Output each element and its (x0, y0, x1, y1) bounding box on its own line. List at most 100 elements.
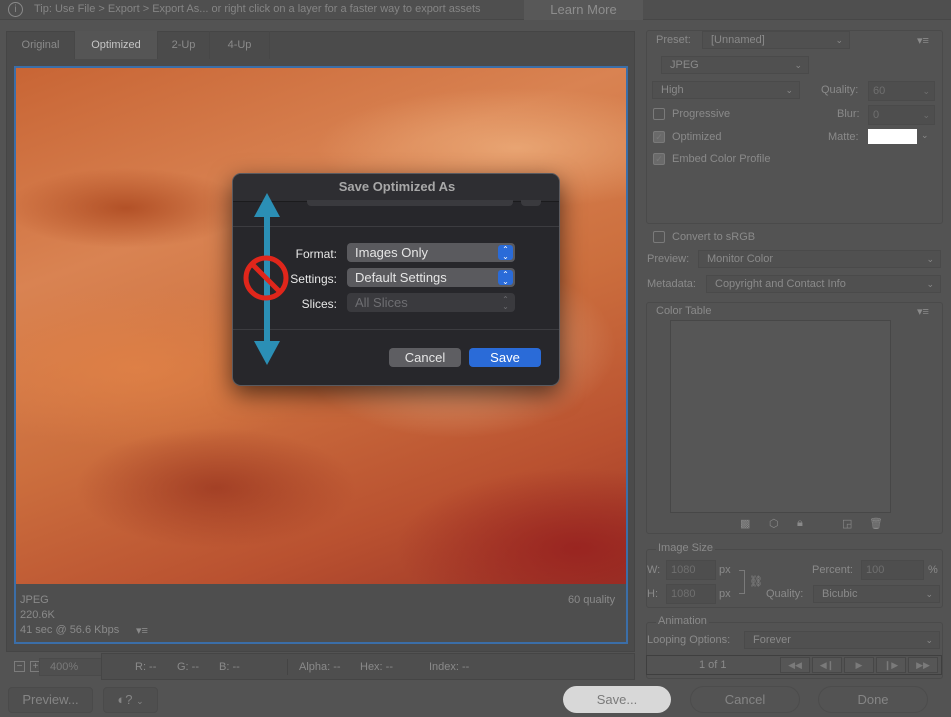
last-frame-button[interactable]: ▶▶ (908, 657, 938, 673)
format-popup[interactable]: Images Only ⌃ ⌄ (347, 243, 515, 262)
file-format-select[interactable]: JPEG ⌄ (661, 56, 809, 74)
convert-srgb-label: Convert to sRGB (672, 231, 756, 243)
compression-value: High (661, 84, 684, 96)
blur-field[interactable]: 0 ⌄ (868, 105, 935, 125)
save-button[interactable]: Save... (563, 686, 671, 713)
pixel-readout: R: -- G: -- B: -- Alpha: -- Hex: -- Inde… (101, 653, 635, 680)
chevron-down-icon: ⌄ (926, 254, 934, 264)
settings-popup[interactable]: Default Settings ⌃ ⌄ (347, 268, 515, 287)
slices-value: All Slices (355, 295, 408, 310)
height-label: H: (647, 588, 658, 600)
tab-4-up[interactable]: 4-Up (210, 31, 270, 59)
previous-frame-button[interactable]: ◀❙ (812, 657, 842, 673)
resample-quality-value: Bicubic (822, 588, 858, 600)
download-menu-icon[interactable]: ▾≡ (136, 624, 148, 637)
readout-index: Index: -- (429, 661, 470, 673)
percent-field[interactable]: 100 (861, 560, 924, 580)
chevron-down-icon: ⌄ (136, 696, 144, 706)
color-table[interactable] (670, 320, 891, 513)
quality-label: Quality: (821, 84, 859, 96)
tab-2-up[interactable]: 2-Up (158, 31, 210, 59)
color-table-title: Color Table (656, 305, 712, 317)
trash-icon[interactable]: 🗑︎ (869, 517, 883, 530)
image-file-size: 220.6K (20, 609, 55, 621)
up-down-chevron-icon: ⌃ ⌄ (498, 270, 513, 286)
filename-field[interactable] (307, 200, 513, 206)
width-label: W: (647, 564, 661, 576)
info-icon: i (8, 2, 23, 17)
width-field[interactable]: 1080 (666, 560, 716, 580)
progressive-checkbox[interactable] (653, 108, 665, 120)
chevron-down-icon: ⌄ (926, 279, 934, 289)
next-frame-button[interactable]: ❙▶ (876, 657, 906, 673)
readout-b: B: -- (219, 661, 240, 673)
cancel-button[interactable]: Cancel (690, 686, 800, 713)
optimized-checkbox[interactable]: ✓ (653, 131, 665, 143)
readout-alpha: Alpha: -- (299, 661, 341, 673)
divider (287, 659, 288, 675)
chevron-down-icon[interactable]: ⌄ (922, 106, 930, 124)
animation-title: Animation (656, 615, 709, 627)
width-unit: px (719, 564, 731, 576)
link-icon[interactable]: ⛓ (749, 575, 763, 588)
cube-icon[interactable]: ⬡ (769, 517, 779, 530)
chevron-down-icon: ⌄ (794, 60, 802, 70)
dialog-save-button[interactable]: Save (469, 348, 541, 367)
file-format-value: JPEG (670, 59, 699, 71)
image-size-title: Image Size (656, 542, 716, 554)
settings-value: Default Settings (355, 270, 447, 285)
zoom-out-button[interactable]: − (14, 661, 25, 672)
embed-color-profile-checkbox[interactable]: ✓ (653, 153, 665, 165)
done-button[interactable]: Done (818, 686, 928, 713)
compression-select[interactable]: High ⌄ (652, 81, 800, 99)
frame-counter: 1 of 1 (699, 659, 727, 671)
tab-original[interactable]: Original (7, 31, 75, 59)
resize-not-allowed-cursor-icon (243, 193, 289, 365)
expand-button[interactable] (521, 200, 541, 206)
lock-icon[interactable]: 🔒︎ (797, 517, 803, 530)
optimized-label: Optimized (672, 131, 722, 143)
height-unit: px (719, 588, 731, 600)
matte-label: Matte: (828, 131, 859, 143)
quality-field[interactable]: 60 ⌄ (868, 81, 935, 101)
metadata-value: Copyright and Contact Info (715, 278, 846, 290)
metadata-select[interactable]: Copyright and Contact Info ⌄ (706, 275, 941, 293)
matte-color-swatch[interactable] (868, 129, 917, 144)
slices-popup: All Slices ⌃ ⌄ (347, 293, 515, 312)
format-value: Images Only (355, 245, 428, 260)
browser-help-icon: ◐? (117, 692, 133, 707)
chevron-down-icon: ⌄ (925, 589, 933, 599)
preset-value: [Unnamed] (711, 34, 765, 46)
metadata-label: Metadata: (647, 278, 696, 290)
preview-button[interactable]: Preview... (8, 687, 93, 713)
dialog-cancel-button[interactable]: Cancel (389, 348, 461, 367)
chevron-down-icon[interactable]: ⌄ (921, 130, 929, 141)
up-down-chevron-icon: ⌃ ⌄ (498, 245, 513, 261)
readout-hex: Hex: -- (360, 661, 393, 673)
looping-value: Forever (753, 634, 791, 646)
resample-quality-select[interactable]: Bicubic ⌄ (813, 585, 940, 603)
blur-label: Blur: (837, 108, 860, 120)
web-snap-icon[interactable]: ▩ (740, 517, 750, 530)
chevron-down-icon[interactable]: ⌄ (922, 82, 930, 100)
looping-select[interactable]: Forever ⌄ (744, 631, 940, 649)
resample-quality-label: Quality: (766, 588, 804, 600)
preset-select[interactable]: [Unnamed] ⌄ (702, 31, 850, 49)
play-button[interactable]: ▶ (844, 657, 874, 673)
optimize-menu-icon[interactable]: ▾≡ (917, 34, 929, 47)
browser-preview-button[interactable]: ◐? ⌄ (103, 687, 158, 713)
color-table-menu-icon[interactable]: ▾≡ (917, 305, 929, 318)
height-field[interactable]: 1080 (666, 584, 716, 604)
preview-select[interactable]: Monitor Color ⌄ (698, 250, 941, 268)
download-time: 41 sec @ 56.6 Kbps (20, 624, 120, 636)
tab-optimized[interactable]: Optimized (75, 31, 158, 59)
chevron-down-icon: ⌄ (925, 635, 933, 645)
first-frame-button[interactable]: ◀◀ (780, 657, 810, 673)
image-quality: 60 quality (568, 594, 616, 606)
preview-label: Preview: (647, 253, 690, 265)
convert-srgb-checkbox[interactable] (653, 231, 665, 243)
up-down-chevron-icon: ⌃ ⌄ (502, 295, 509, 311)
readout-r: R: -- (135, 661, 157, 673)
learn-more-button[interactable]: Learn More (524, 0, 643, 20)
new-color-icon[interactable]: ◲ (842, 517, 852, 530)
